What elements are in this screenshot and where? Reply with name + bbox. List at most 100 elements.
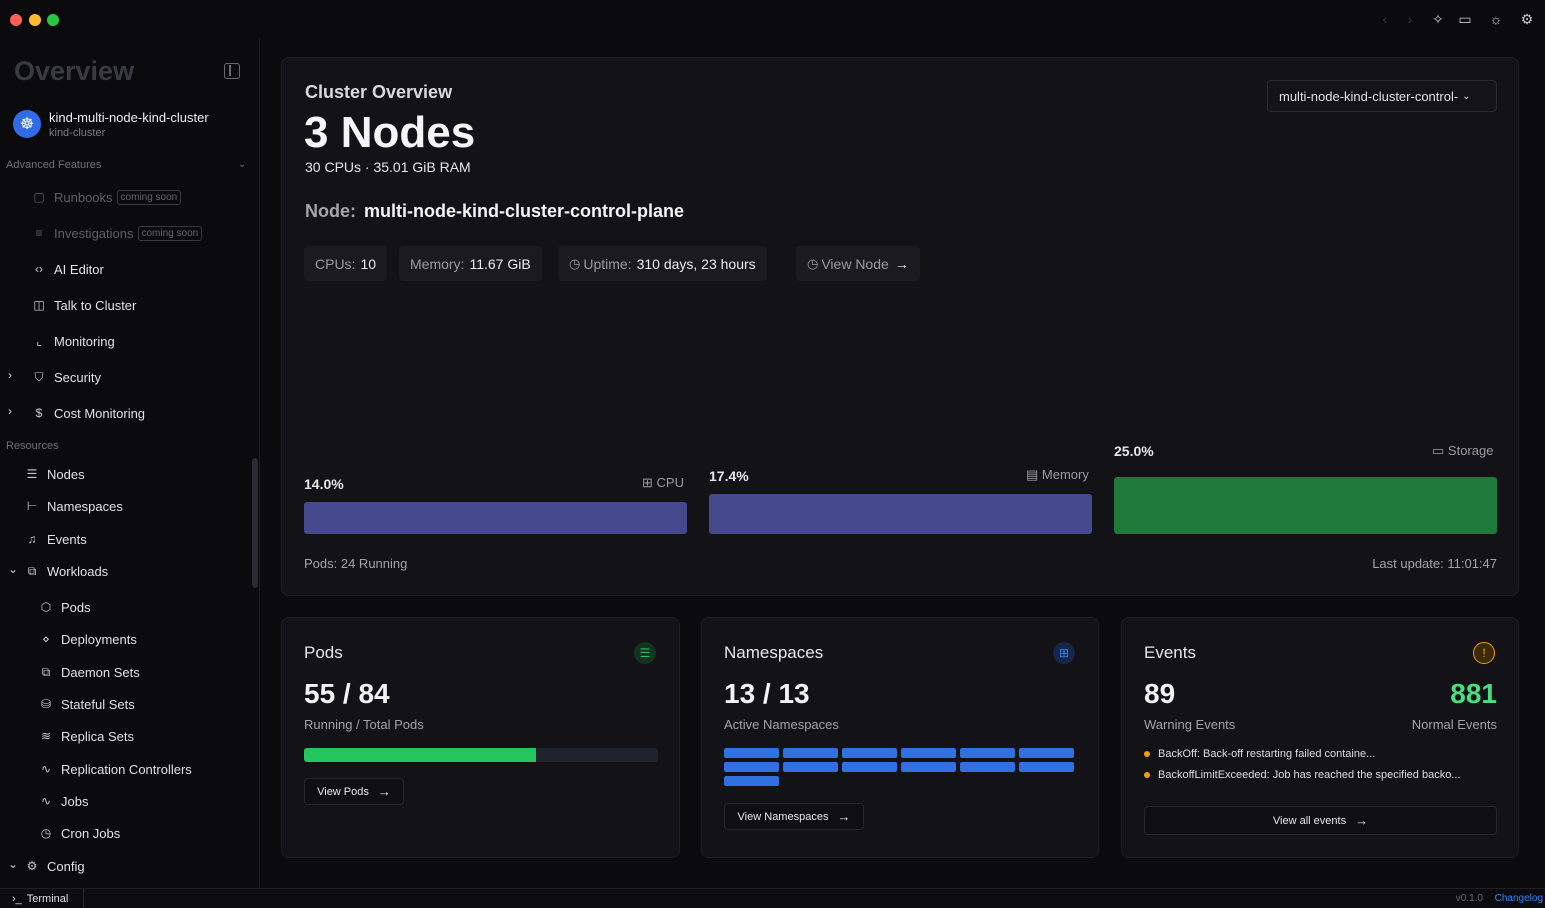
clock-icon: ◷ bbox=[807, 255, 819, 271]
gear-icon[interactable]: ⚙ bbox=[1518, 10, 1536, 28]
title-bar: ‹ › ✧ ▭ ☼ ⚙ bbox=[0, 0, 1545, 38]
list-search-icon: ≡ bbox=[35, 226, 43, 240]
view-namespaces-button[interactable]: View Namespaces → bbox=[724, 803, 864, 830]
sidebar-item-nodes[interactable]: ☰ Nodes bbox=[24, 461, 85, 487]
pods-progress-fill bbox=[304, 748, 536, 762]
cpu-chip-icon: ⊞ bbox=[1053, 642, 1075, 664]
namespaces-card: Namespaces ⊞ 13 / 13 Active Namespaces V… bbox=[701, 617, 1099, 858]
cluster-name: kind-multi-node-kind-cluster bbox=[49, 110, 209, 125]
events-card-title: Events bbox=[1144, 643, 1196, 662]
sidebar-item-talk-to-cluster[interactable]: ◫ Talk to Cluster bbox=[31, 292, 136, 318]
namespace-cell bbox=[960, 762, 1015, 772]
cluster-resources-summary: 30 CPUs · 35.01 GiB RAM bbox=[305, 159, 471, 175]
chevron-down-icon[interactable]: ⌄ bbox=[238, 159, 246, 170]
view-all-events-button[interactable]: View all events → bbox=[1144, 806, 1497, 835]
chevron-down-icon[interactable]: ⌄ bbox=[8, 562, 18, 576]
event-list-item[interactable]: BackOff: Back-off restarting failed cont… bbox=[1144, 748, 1375, 760]
sidebar-item-cron-jobs[interactable]: ◷ Cron Jobs bbox=[38, 820, 121, 846]
sidebar-item-workloads[interactable]: ⧉ Workloads bbox=[24, 558, 108, 584]
normal-events-count: 881 bbox=[1450, 678, 1497, 709]
node-select[interactable]: multi-node-kind-cluster-control- ⌄ bbox=[1267, 80, 1497, 112]
boxes-icon: ⧉ bbox=[27, 563, 37, 578]
memory-percent: 17.4% bbox=[709, 468, 749, 484]
sidebar-item-runbooks[interactable]: ▢ Runbooks coming soon bbox=[31, 184, 182, 210]
sidebar-collapse-icon[interactable] bbox=[224, 63, 240, 79]
cpu-chip-icon: ⊞ bbox=[642, 475, 653, 490]
monitor-icon[interactable]: ▭ bbox=[1456, 10, 1474, 28]
namespace-cell bbox=[783, 748, 838, 758]
warning-events-label: Warning Events bbox=[1144, 717, 1236, 732]
bell-icon: ♫ bbox=[27, 532, 37, 546]
arrow-right-icon: → bbox=[1355, 813, 1369, 828]
storage-usage-bar bbox=[1114, 477, 1497, 534]
chevron-down-icon: ⌄ bbox=[1462, 90, 1471, 102]
activity-icon: ∿ bbox=[40, 794, 52, 808]
pods-card: Pods ☰ 55 / 84 Running / Total Pods View… bbox=[281, 617, 680, 858]
overview-label: Cluster Overview bbox=[305, 82, 453, 102]
arrow-right-icon: → bbox=[377, 784, 391, 799]
chevron-right-icon[interactable]: › bbox=[8, 368, 12, 382]
namespaces-caption: Active Namespaces bbox=[724, 717, 839, 732]
sidebar-item-deployments[interactable]: ⋄ Deployments bbox=[38, 626, 137, 652]
server-icon: ☰ bbox=[634, 642, 656, 664]
node-count: 3 Nodes bbox=[304, 108, 476, 157]
sidebar-item-events[interactable]: ♫ Events bbox=[24, 526, 87, 552]
chevron-down-icon[interactable]: ⌄ bbox=[8, 857, 18, 871]
sidebar-item-config[interactable]: ⚙ Config bbox=[24, 853, 85, 879]
view-pods-button[interactable]: View Pods → bbox=[304, 778, 404, 805]
sidebar-item-stateful-sets[interactable]: ⛁ Stateful Sets bbox=[38, 691, 135, 717]
terminal-tab[interactable]: ›_ Terminal bbox=[0, 889, 84, 908]
namespace-cell bbox=[842, 748, 897, 758]
sidebar-item-cost-monitoring[interactable]: $ Cost Monitoring bbox=[31, 400, 145, 426]
memory-usage-bar bbox=[709, 494, 1092, 534]
sidebar-item-pods[interactable]: ⬡ Pods bbox=[38, 594, 91, 620]
sidebar-scrollbar[interactable] bbox=[252, 458, 258, 588]
memory-icon: ▤ bbox=[1026, 467, 1039, 482]
section-advanced-features[interactable]: Advanced Features bbox=[6, 159, 101, 171]
coming-soon-badge: coming soon bbox=[116, 189, 182, 205]
sparkle-icon[interactable]: ✧ bbox=[1429, 10, 1447, 28]
namespace-cell bbox=[960, 748, 1015, 758]
sidebar-item-replica-sets[interactable]: ≋ Replica Sets bbox=[38, 723, 134, 749]
line-chart-icon: ⌞ bbox=[36, 334, 42, 348]
storage-percent: 25.0% bbox=[1114, 443, 1154, 459]
section-resources: Resources bbox=[6, 440, 59, 452]
chevron-right-icon[interactable]: › bbox=[8, 404, 12, 418]
sun-icon[interactable]: ☼ bbox=[1487, 10, 1505, 28]
uptime-chip: ◷ Uptime: 310 days, 23 hours bbox=[558, 246, 767, 281]
code-icon: ‹› bbox=[35, 262, 43, 276]
share-nodes-icon: ⋄ bbox=[42, 632, 50, 646]
sidebar-title: Overview bbox=[14, 56, 135, 86]
sidebar-item-ai-editor[interactable]: ‹› AI Editor bbox=[31, 256, 104, 282]
pods-running-status: Pods: 24 Running bbox=[304, 556, 408, 571]
event-list-item[interactable]: BackoffLimitExceeded: Job has reached th… bbox=[1144, 769, 1460, 781]
window-minimize-button[interactable] bbox=[29, 14, 41, 26]
sidebar-item-investigations[interactable]: ≡ Investigations coming soon bbox=[31, 220, 203, 246]
warning-dot-icon bbox=[1144, 772, 1150, 778]
database-icon: ⛁ bbox=[40, 697, 52, 711]
sidebar-item-security[interactable]: ⛉ Security bbox=[31, 364, 100, 390]
cluster-overview-card: Cluster Overview 3 Nodes 30 CPUs · 35.01… bbox=[281, 57, 1519, 596]
sidebar-item-replication-controllers[interactable]: ∿ Replication Controllers bbox=[38, 756, 192, 782]
changelog-link[interactable]: Changelog bbox=[1495, 893, 1543, 904]
sidebar-item-monitoring[interactable]: ⌞ Monitoring bbox=[31, 328, 115, 354]
chevron-right-icon[interactable]: › bbox=[1401, 10, 1419, 28]
window-zoom-button[interactable] bbox=[47, 14, 59, 26]
namespace-cell bbox=[783, 762, 838, 772]
storage-label: ▭ Storage bbox=[1432, 443, 1494, 458]
cpu-label: ⊞ CPU bbox=[642, 475, 684, 490]
kubernetes-logo-icon: ☸ bbox=[13, 110, 41, 138]
chevron-left-icon[interactable]: ‹ bbox=[1376, 10, 1394, 28]
cpu-usage-bar bbox=[304, 502, 687, 534]
namespaces-count: 13 / 13 bbox=[724, 678, 810, 709]
sidebar-item-jobs[interactable]: ∿ Jobs bbox=[38, 788, 89, 814]
window-close-button[interactable] bbox=[10, 14, 22, 26]
view-node-button[interactable]: ◷ View Node → bbox=[796, 246, 920, 281]
gear-icon: ⚙ bbox=[26, 859, 38, 873]
coming-soon-badge: coming soon bbox=[137, 225, 203, 241]
namespace-cell bbox=[842, 762, 897, 772]
sidebar-item-daemon-sets[interactable]: ⧉ Daemon Sets bbox=[38, 659, 140, 685]
namespace-cell bbox=[724, 776, 779, 786]
sidebar-item-namespaces[interactable]: ⊢ Namespaces bbox=[24, 493, 123, 519]
events-card: Events ! 89 Warning Events 881 Normal Ev… bbox=[1121, 617, 1519, 858]
